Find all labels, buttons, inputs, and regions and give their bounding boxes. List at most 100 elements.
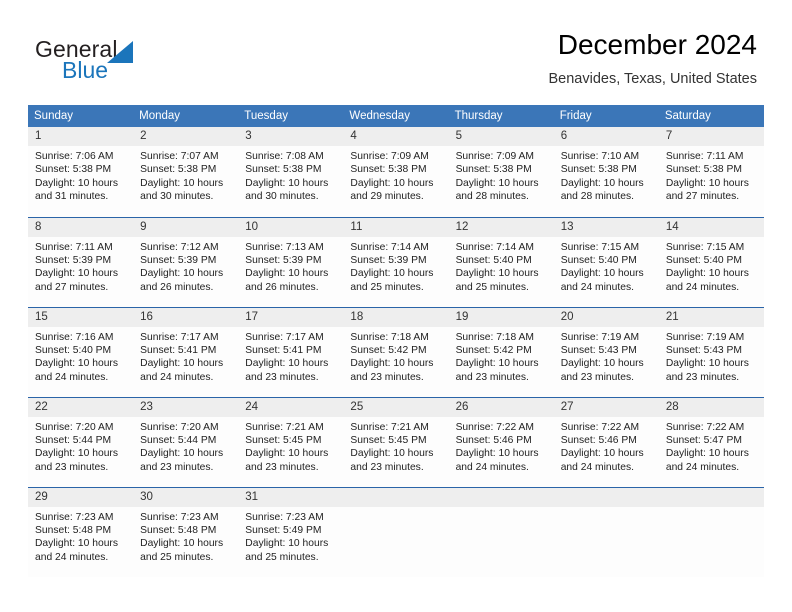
- sunrise-text: Sunrise: 7:23 AM: [140, 511, 219, 523]
- daylight-text-line1: Daylight: 10 hours: [455, 177, 539, 189]
- day-number: 10: [238, 217, 344, 237]
- sunset-text: Sunset: 5:40 PM: [35, 344, 112, 356]
- calendar-day-cell[interactable]: 12 Sunrise: 7:14 AM Sunset: 5:40 PM Dayligh…: [448, 216, 554, 307]
- day-sun-info: Sunrise: 7:21 AM Sunset: 5:45 PM Daylight:…: [238, 417, 343, 475]
- daylight-text-line2: and 23 minutes.: [140, 461, 214, 473]
- calendar-day-cell[interactable]: 30 Sunrise: 7:23 AM Sunset: 5:48 PM Dayligh…: [133, 486, 239, 577]
- day-sun-info: Sunrise: 7:17 AM Sunset: 5:41 PM Daylight:…: [133, 327, 238, 385]
- page-header: General Blue December 2024 Benavides, Te…: [0, 0, 792, 104]
- calendar-day-cell[interactable]: 27 Sunrise: 7:22 AM Sunset: 5:46 PM Dayligh…: [553, 396, 659, 487]
- sunrise-text: Sunrise: 7:08 AM: [245, 151, 324, 162]
- weekday-header-thursday: Thursday: [448, 105, 554, 127]
- day-number: 22: [28, 397, 134, 417]
- calendar-day-cell[interactable]: 20 Sunrise: 7:19 AM Sunset: 5:43 PM Dayligh…: [553, 306, 659, 397]
- daylight-text-line1: Daylight: 10 hours: [665, 177, 749, 189]
- calendar-day-cell[interactable]: 2 Sunrise: 7:07 AM Sunset: 5:38 PM Daylight…: [133, 127, 239, 217]
- weekday-header-wednesday: Wednesday: [343, 105, 449, 127]
- calendar-day-cell[interactable]: 4 Sunrise: 7:09 AM Sunset: 5:38 PM Daylight…: [343, 127, 449, 217]
- daylight-text-line2: and 25 minutes.: [245, 551, 319, 563]
- day-number: 17: [238, 307, 344, 327]
- generalblue-logo[interactable]: General Blue: [35, 36, 205, 88]
- calendar-day-cell[interactable]: 31 Sunrise: 7:23 AM Sunset: 5:49 PM Dayligh…: [238, 486, 344, 577]
- sunset-text: Sunset: 5:48 PM: [35, 524, 112, 536]
- sunrise-text: Sunrise: 7:23 AM: [35, 511, 114, 523]
- calendar-day-cell[interactable]: 10 Sunrise: 7:13 AM Sunset: 5:39 PM Dayligh…: [238, 216, 344, 307]
- calendar-day-cell[interactable]: 19 Sunrise: 7:18 AM Sunset: 5:42 PM Dayligh…: [448, 306, 554, 397]
- daylight-text-line2: and 24 minutes.: [665, 461, 740, 473]
- day-number: [658, 487, 764, 507]
- sunrise-text: Sunrise: 7:16 AM: [35, 331, 114, 343]
- calendar-day-cell[interactable]: 28 Sunrise: 7:22 AM Sunset: 5:47 PM Dayligh…: [658, 396, 764, 487]
- calendar-day-cell[interactable]: 21 Sunrise: 7:19 AM Sunset: 5:43 PM Dayligh…: [658, 306, 764, 397]
- daylight-text-line1: Daylight: 10 hours: [140, 358, 224, 370]
- sunrise-text: Sunrise: 7:20 AM: [140, 421, 219, 433]
- day-number: 13: [553, 217, 659, 237]
- day-number: [343, 487, 449, 507]
- day-number: 8: [28, 217, 134, 237]
- sunrise-text: Sunrise: 7:19 AM: [665, 331, 745, 343]
- calendar-day-cell[interactable]: 18 Sunrise: 7:18 AM Sunset: 5:42 PM Dayligh…: [343, 306, 449, 397]
- day-sun-info: Sunrise: 7:22 AM Sunset: 5:47 PM Daylight:…: [659, 417, 764, 475]
- daylight-text-line2: and 24 minutes.: [560, 461, 634, 473]
- sunrise-text: Sunrise: 7:21 AM: [350, 421, 429, 433]
- sunset-text: Sunset: 5:43 PM: [665, 344, 742, 356]
- sunset-text: Sunset: 5:47 PM: [665, 434, 742, 446]
- sunrise-text: Sunrise: 7:11 AM: [665, 151, 744, 162]
- sunrise-text: Sunrise: 7:07 AM: [140, 151, 219, 162]
- daylight-text-line2: and 23 minutes.: [350, 371, 424, 383]
- sunset-text: Sunset: 5:38 PM: [35, 164, 112, 176]
- day-sun-info: Sunrise: 7:23 AM Sunset: 5:48 PM Daylight:…: [28, 507, 133, 565]
- day-sun-info: Sunrise: 7:12 AM Sunset: 5:39 PM Daylight:…: [133, 237, 238, 295]
- daylight-text-line1: Daylight: 10 hours: [245, 358, 329, 370]
- daylight-text-line2: and 24 minutes.: [140, 371, 214, 383]
- calendar-day-cell[interactable]: 5 Sunrise: 7:09 AM Sunset: 5:38 PM Daylight…: [448, 127, 554, 217]
- daylight-text-line1: Daylight: 10 hours: [245, 177, 329, 189]
- calendar-day-cell[interactable]: 14 Sunrise: 7:15 AM Sunset: 5:40 PM Dayligh…: [658, 216, 764, 307]
- calendar-day-cell[interactable]: 24 Sunrise: 7:21 AM Sunset: 5:45 PM Dayligh…: [238, 396, 344, 487]
- daylight-text-line1: Daylight: 10 hours: [245, 268, 329, 280]
- sunset-text: Sunset: 5:38 PM: [350, 164, 427, 176]
- daylight-text-line1: Daylight: 10 hours: [35, 538, 118, 550]
- daylight-text-line1: Daylight: 10 hours: [455, 448, 539, 460]
- day-number: 9: [133, 217, 239, 237]
- sunset-text: Sunset: 5:41 PM: [245, 344, 322, 356]
- calendar-day-cell[interactable]: 25 Sunrise: 7:21 AM Sunset: 5:45 PM Dayligh…: [343, 396, 449, 487]
- day-sun-info: Sunrise: 7:14 AM Sunset: 5:39 PM Daylight:…: [343, 237, 448, 295]
- daylight-text-line2: and 23 minutes.: [245, 461, 319, 473]
- calendar-day-cell[interactable]: 15 Sunrise: 7:16 AM Sunset: 5:40 PM Dayligh…: [28, 306, 134, 397]
- day-number: 3: [238, 127, 344, 146]
- day-sun-info: Sunrise: 7:21 AM Sunset: 5:45 PM Daylight:…: [343, 417, 448, 475]
- sunrise-text: Sunrise: 7:09 AM: [350, 151, 429, 162]
- page-subtitle-location: Benavides, Texas, United States: [548, 71, 758, 87]
- daylight-text-line1: Daylight: 10 hours: [665, 358, 749, 370]
- calendar-day-cell[interactable]: 11 Sunrise: 7:14 AM Sunset: 5:39 PM Dayligh…: [343, 216, 449, 307]
- sunrise-text: Sunrise: 7:22 AM: [665, 421, 745, 433]
- calendar-day-cell[interactable]: 23 Sunrise: 7:20 AM Sunset: 5:44 PM Dayligh…: [133, 396, 239, 487]
- calendar-day-cell[interactable]: 6 Sunrise: 7:10 AM Sunset: 5:38 PM Daylight…: [553, 127, 659, 217]
- weekday-header-friday: Friday: [553, 105, 659, 127]
- calendar-day-cell[interactable]: 17 Sunrise: 7:17 AM Sunset: 5:41 PM Dayligh…: [238, 306, 344, 397]
- calendar-day-cell[interactable]: 1 Sunrise: 7:06 AM Sunset: 5:38 PM Daylight…: [28, 127, 134, 217]
- day-number: 1: [28, 127, 134, 146]
- day-sun-info: Sunrise: 7:13 AM Sunset: 5:39 PM Daylight:…: [238, 237, 343, 295]
- daylight-text-line2: and 23 minutes.: [560, 371, 634, 383]
- day-sun-info: Sunrise: 7:20 AM Sunset: 5:44 PM Daylight:…: [133, 417, 238, 475]
- calendar-day-cell[interactable]: 7 Sunrise: 7:11 AM Sunset: 5:38 PM Daylight…: [658, 127, 764, 217]
- daylight-text-line1: Daylight: 10 hours: [665, 448, 749, 460]
- calendar-day-cell[interactable]: 9 Sunrise: 7:12 AM Sunset: 5:39 PM Daylight…: [133, 216, 239, 307]
- daylight-text-line1: Daylight: 10 hours: [245, 538, 329, 550]
- calendar-day-cell[interactable]: 16 Sunrise: 7:17 AM Sunset: 5:41 PM Dayligh…: [133, 306, 239, 397]
- calendar-day-cell[interactable]: 26 Sunrise: 7:22 AM Sunset: 5:46 PM Dayligh…: [448, 396, 554, 487]
- day-sun-info: Sunrise: 7:22 AM Sunset: 5:46 PM Daylight:…: [554, 417, 659, 475]
- sunset-text: Sunset: 5:39 PM: [140, 254, 217, 266]
- sunrise-text: Sunrise: 7:13 AM: [245, 241, 324, 253]
- sunset-text: Sunset: 5:46 PM: [560, 434, 637, 446]
- page-title: December 2024: [557, 29, 757, 60]
- calendar-day-cell[interactable]: 8 Sunrise: 7:11 AM Sunset: 5:39 PM Daylight…: [28, 216, 134, 307]
- day-sun-info: Sunrise: 7:23 AM Sunset: 5:48 PM Daylight:…: [133, 507, 238, 565]
- calendar-day-cell[interactable]: 22 Sunrise: 7:20 AM Sunset: 5:44 PM Dayligh…: [28, 396, 134, 487]
- calendar-day-cell[interactable]: 3 Sunrise: 7:08 AM Sunset: 5:38 PM Daylight…: [238, 127, 344, 217]
- sunset-text: Sunset: 5:38 PM: [665, 164, 742, 176]
- calendar-day-cell[interactable]: 29 Sunrise: 7:23 AM Sunset: 5:48 PM Dayligh…: [28, 486, 134, 577]
- calendar-day-cell[interactable]: 13 Sunrise: 7:15 AM Sunset: 5:40 PM Dayligh…: [553, 216, 659, 307]
